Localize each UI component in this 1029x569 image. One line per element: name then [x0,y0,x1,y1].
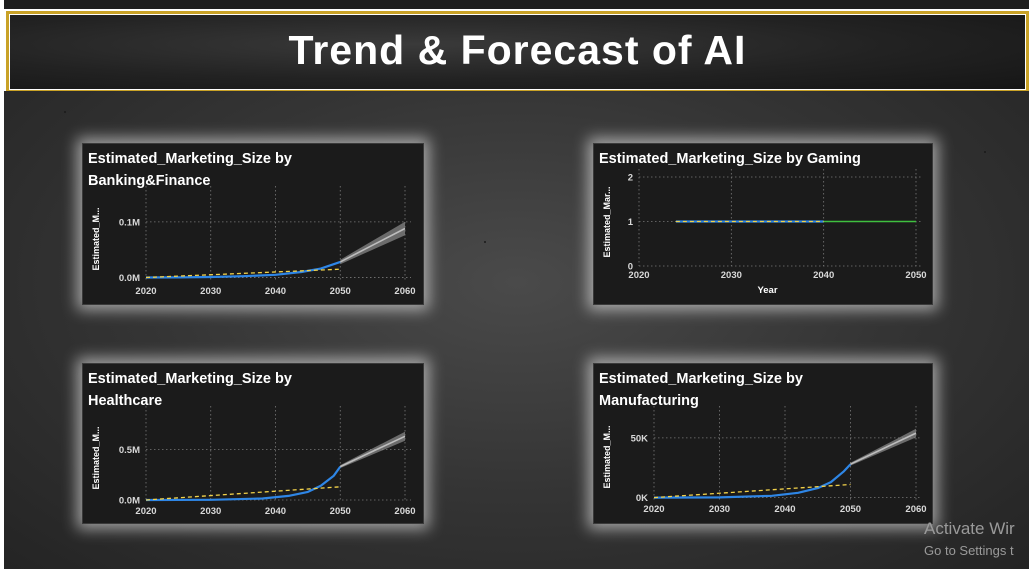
x-tick-label: 2040 [813,270,834,281]
x-tick-label: 2030 [709,504,730,515]
chart-title-manufacturing: Estimated_Marketing_Size by Manufacturin… [599,368,926,412]
chart-panel-healthcare[interactable]: 2020 2030 2040 2050 2060 0.0M 0.5M Estimated_M.… [82,363,424,524]
x-tick-label: 2030 [721,270,742,281]
y-tick-label: 0K [636,493,648,504]
page-title: Trend & Forecast of AI [288,27,747,73]
x-tick-label: 2040 [265,286,286,297]
x-tick-label: 2050 [330,286,351,297]
actual-series-line [653,463,852,499]
y-axis-label: Estimated_M... [91,426,101,489]
y-tick-label: 0.5M [119,445,140,456]
x-tick-label: 2030 [200,286,221,297]
activate-windows-settings-hint: Go to Settings t [924,543,1014,558]
y-axis-label: Estimated_M... [91,207,101,270]
actual-series-line [145,260,341,279]
chart-panel-gaming[interactable]: 2020 2030 2040 2050 0 1 2 Estimated_Mar... Year … [593,143,933,305]
chart-title-banking-finance: Estimated_Marketing_Size by Banking&Fina… [88,148,417,192]
texture-speck [484,241,486,243]
chart-title-line1: Estimated_Marketing_Size by [88,371,292,387]
y-tick-label: 2 [628,173,633,184]
x-tick-label: 2020 [135,286,156,297]
y-tick-label: 0 [628,262,633,273]
x-tick-label: 2050 [330,506,351,517]
chart-title-healthcare: Estimated_Marketing_Size by Healthcare [88,368,417,412]
chart-title-line1: Estimated_Marketing_Size by [88,151,292,167]
chart-title-line1: Estimated_Marketing_Size by Gaming [599,151,861,167]
x-tick-label: 2060 [394,286,415,297]
chart-panel-banking-finance[interactable]: 2020 2030 2040 2050 2060 0.0M 0.1M Estimated_M.… [82,143,424,305]
x-axis-label: Year [757,285,777,296]
y-axis-label: Estimated_M... [602,425,612,488]
title-banner: Trend & Forecast of AI [6,11,1029,93]
y-axis-label: Estimated_Mar... [602,186,612,257]
y-tick-label: 1 [628,217,634,228]
x-tick-label: 2040 [774,504,795,515]
x-tick-label: 2050 [905,270,926,281]
x-tick-label: 2020 [643,504,664,515]
chart-title-line1: Estimated_Marketing_Size by [599,371,803,387]
x-tick-label: 2050 [840,504,861,515]
actual-series-line [145,465,342,502]
x-tick-label: 2060 [394,506,415,517]
y-tick-label: 50K [631,433,649,444]
forecast-line [339,227,406,263]
texture-speck [984,151,986,153]
y-tick-label: 0.0M [119,495,140,506]
texture-speck [64,111,66,113]
forecast-line [339,435,406,468]
x-tick-label: 2040 [265,506,286,517]
x-tick-label: 2060 [905,504,926,515]
x-tick-label: 2020 [135,506,156,517]
y-tick-label: 0.0M [119,273,140,284]
chart-title-gaming: Estimated_Marketing_Size by Gaming [599,148,926,170]
top-strip [4,0,1029,9]
activate-windows-watermark: Activate Wir [924,519,1015,538]
y-tick-label: 0.1M [119,217,140,228]
x-tick-label: 2030 [200,506,221,517]
chart-title-line2: Banking&Finance [88,173,211,189]
forecast-confidence-band [340,221,405,265]
chart-title-line2: Manufacturing [599,393,699,409]
chart-title-line2: Healthcare [88,393,163,409]
chart-panel-manufacturing[interactable]: 2020 2030 2040 2050 2060 0K 50K Estimated_M... … [593,363,933,524]
